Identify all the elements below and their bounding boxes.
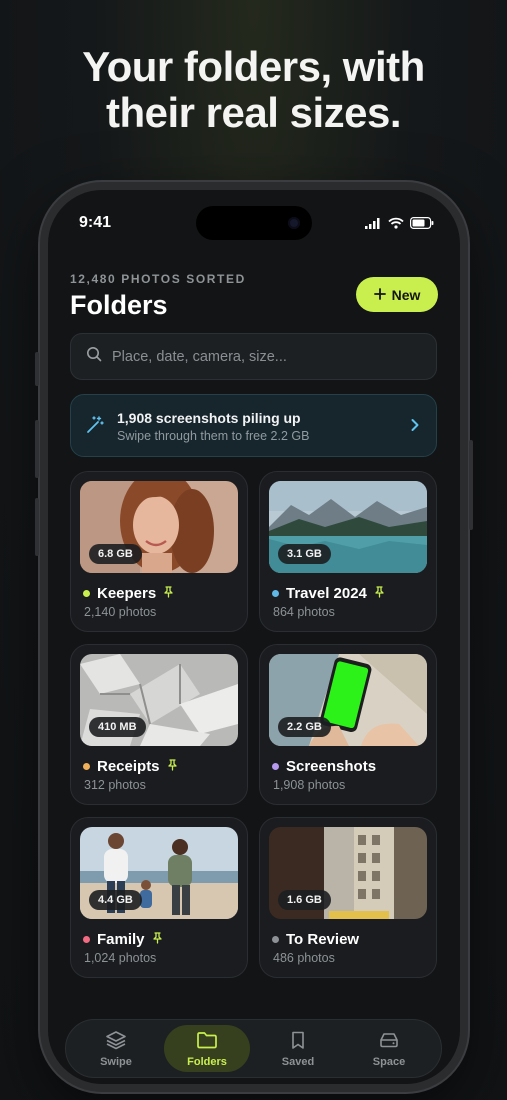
folder-name-row: Travel 2024 — [272, 585, 385, 602]
action-button — [35, 352, 39, 386]
folder-card-screenshots[interactable]: 2.2 GB Screenshots 1,908 photos — [259, 644, 437, 805]
status-time: 9:41 — [79, 214, 112, 231]
tab-bar: Swipe Folders Saved Space — [65, 1019, 442, 1078]
headline-line-2: their real sizes. — [106, 89, 402, 136]
new-folder-label: New — [391, 286, 421, 303]
tab-folders-label: Folders — [187, 1055, 227, 1068]
folder-size-badge: 4.4 GB — [89, 890, 142, 910]
folder-color-dot — [272, 763, 279, 770]
magic-wand-icon — [85, 415, 105, 440]
folder-color-dot — [83, 936, 90, 943]
folder-size-badge: 2.2 GB — [278, 717, 331, 737]
layers-icon — [105, 1030, 127, 1053]
bookmark-icon — [288, 1030, 308, 1053]
phone-screen: 9:41 12,480 PHOTOS SORTED Folders New 1,… — [48, 190, 460, 1084]
folder-size-badge: 410 MB — [89, 717, 146, 737]
folder-card-family[interactable]: 4.4 GB Family 1,024 photos — [70, 817, 248, 978]
folder-photo-count: 1,024 photos — [84, 951, 157, 965]
tab-space-label: Space — [372, 1055, 406, 1068]
folder-photo-count: 312 photos — [84, 778, 146, 792]
pin-icon — [163, 585, 174, 602]
chevron-right-icon — [410, 417, 420, 438]
folder-thumbnail-family: 4.4 GB — [80, 827, 238, 919]
folder-icon — [196, 1030, 218, 1053]
headline-line-1: Your folders, with — [82, 43, 425, 90]
folder-thumbnail-screenshots: 2.2 GB — [269, 654, 427, 746]
status-icons — [365, 217, 434, 229]
folder-card-travel-2024[interactable]: 3.1 GB Travel 2024 864 photos — [259, 471, 437, 632]
folder-name-row: To Review — [272, 931, 359, 948]
folder-photo-count: 486 photos — [273, 951, 335, 965]
folder-thumbnail-keepers: 6.8 GB — [80, 481, 238, 573]
pin-icon — [167, 758, 178, 775]
tab-swipe-label: Swipe — [100, 1055, 132, 1068]
folder-card-keepers[interactable]: 6.8 GB Keepers 2,140 photos — [70, 471, 248, 632]
pin-icon — [152, 931, 163, 948]
drive-icon — [378, 1030, 400, 1053]
folder-name-row: Receipts — [83, 758, 178, 775]
folder-name: Family — [97, 931, 145, 948]
folder-name: Travel 2024 — [286, 585, 367, 602]
tab-saved[interactable]: Saved — [255, 1025, 341, 1072]
signal-icon — [365, 218, 380, 229]
search-icon — [86, 346, 102, 367]
photos-sorted-count: 12,480 PHOTOS SORTED — [70, 272, 246, 286]
battery-icon — [410, 217, 434, 229]
power-button — [469, 440, 473, 530]
folder-name: Screenshots — [286, 758, 377, 775]
folder-photo-count: 864 photos — [273, 605, 335, 619]
headline: Your folders, with their real sizes. — [0, 44, 507, 136]
folder-photo-count: 2,140 photos — [84, 605, 157, 619]
volume-down-button — [35, 498, 39, 556]
tab-folders[interactable]: Folders — [164, 1025, 250, 1072]
pin-icon — [374, 585, 385, 602]
search-bar[interactable] — [70, 333, 437, 380]
plus-icon — [373, 287, 386, 303]
folder-name-row: Family — [83, 931, 163, 948]
banner-title: 1,908 screenshots piling up — [117, 410, 301, 426]
folder-color-dot — [272, 590, 279, 597]
folder-name: Receipts — [97, 758, 160, 775]
dynamic-island — [196, 206, 312, 240]
folder-photo-count: 1,908 photos — [273, 778, 346, 792]
folder-name: Keepers — [97, 585, 157, 602]
folder-color-dot — [272, 936, 279, 943]
wifi-icon — [388, 217, 404, 229]
banner-subtitle: Swipe through them to free 2.2 GB — [117, 429, 310, 443]
new-folder-button[interactable]: New — [356, 277, 438, 312]
folder-name-row: Screenshots — [272, 758, 376, 775]
folder-card-receipts[interactable]: 410 MB Receipts 312 photos — [70, 644, 248, 805]
page-title: Folders — [70, 290, 168, 320]
folder-size-badge: 1.6 GB — [278, 890, 331, 910]
screenshots-banner[interactable]: 1,908 screenshots piling up Swipe throug… — [70, 394, 437, 457]
volume-up-button — [35, 420, 39, 478]
folder-size-badge: 6.8 GB — [89, 544, 142, 564]
search-input[interactable] — [112, 348, 412, 365]
tab-swipe[interactable]: Swipe — [73, 1025, 159, 1072]
folder-size-badge: 3.1 GB — [278, 544, 331, 564]
folder-name-row: Keepers — [83, 585, 174, 602]
folder-color-dot — [83, 590, 90, 597]
folder-thumbnail-travel-2024: 3.1 GB — [269, 481, 427, 573]
folder-name: To Review — [286, 931, 360, 948]
folder-color-dot — [83, 763, 90, 770]
folder-thumbnail-receipts: 410 MB — [80, 654, 238, 746]
phone-frame: 9:41 12,480 PHOTOS SORTED Folders New 1,… — [35, 182, 473, 1092]
folder-card-to-review[interactable]: 1.6 GB To Review 486 photos — [259, 817, 437, 978]
folder-thumbnail-to-review: 1.6 GB — [269, 827, 427, 919]
tab-space[interactable]: Space — [346, 1025, 432, 1072]
tab-saved-label: Saved — [281, 1055, 315, 1068]
